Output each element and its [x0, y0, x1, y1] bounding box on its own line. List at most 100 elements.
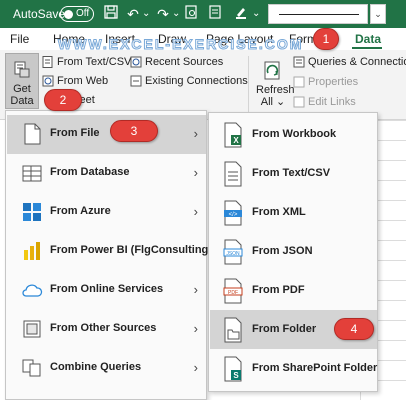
menu-item-combine-queries[interactable]: Combine Queries ›	[7, 349, 206, 388]
callout-step-2: 2	[44, 89, 82, 111]
queries-connections-label: Queries & Connections	[308, 56, 406, 68]
menu-item-from-online-services[interactable]: From Online Services ›	[7, 271, 206, 310]
menu-item-label: From Power BI (FlgConsulting)	[50, 244, 212, 256]
text-file-icon	[224, 161, 242, 187]
highlight-pen-icon[interactable]	[232, 5, 250, 23]
toggle-knob	[64, 9, 73, 19]
chevron-right-icon: ›	[193, 360, 198, 375]
submenu-item-label: From XML	[252, 206, 306, 218]
menu-item-from-azure[interactable]: From Azure ›	[7, 193, 206, 232]
svg-text:S: S	[233, 371, 239, 380]
excel-workbook-icon: X	[224, 122, 242, 148]
undo-dropdown-icon[interactable]: ⌄	[142, 8, 150, 19]
active-tab-underline	[352, 47, 382, 49]
svg-text:JSON: JSON	[226, 251, 240, 257]
database-icon	[22, 165, 42, 182]
file-icon	[24, 123, 41, 145]
submenu-item-label: From Workbook	[252, 128, 337, 140]
existing-connections-label: Existing Connections	[145, 75, 248, 87]
existing-connections-icon	[130, 75, 142, 87]
chevron-right-icon: ›	[193, 321, 198, 336]
undo-icon[interactable]: ↶	[124, 5, 142, 23]
submenu-item-label: From Text/CSV	[252, 167, 331, 179]
menu-item-label: Combine Queries	[50, 361, 142, 373]
ribbon-group-divider	[248, 56, 249, 112]
svg-text:</>: </>	[229, 212, 238, 218]
menu-item-from-other-sources[interactable]: From Other Sources ›	[7, 310, 206, 349]
title-dropdown-icon[interactable]: ⌄	[370, 4, 386, 24]
menu-item-from-file[interactable]: From File ›	[7, 115, 206, 154]
callout-step-4: 4	[334, 318, 374, 340]
menu-item-label: From Online Services	[50, 283, 164, 295]
recent-sources-icon	[130, 56, 142, 68]
submenu-item-from-workbook[interactable]: X From Workbook	[210, 115, 377, 154]
sharepoint-folder-icon: S	[224, 356, 242, 382]
edit-links-icon	[293, 96, 305, 108]
submenu-item-label: From Folder	[252, 323, 317, 335]
recent-sources-label: Recent Sources	[145, 56, 224, 68]
from-file-submenu: X From Workbook From Text/CSV </> From X…	[208, 112, 378, 392]
from-web-button[interactable]: From Web	[42, 75, 108, 87]
from-text-csv-button[interactable]: From Text/CSV	[42, 56, 131, 68]
callout-step-3: 3	[110, 120, 158, 142]
menu-item-label: From Other Sources	[50, 322, 157, 334]
submenu-item-label: From SharePoint Folder	[252, 362, 378, 374]
submenu-item-label: From PDF	[252, 284, 305, 296]
autosave-label: AutoSave	[13, 7, 66, 21]
text-file-icon	[42, 56, 53, 68]
menu-item-label: From File	[50, 127, 100, 139]
get-data-icon	[14, 61, 30, 78]
redo-dropdown-icon[interactable]: ⌄	[172, 8, 180, 19]
submenu-item-from-json[interactable]: JSON From JSON	[210, 232, 377, 271]
submenu-item-from-text-csv[interactable]: From Text/CSV	[210, 154, 377, 193]
edit-links-label: Edit Links	[308, 96, 356, 108]
from-text-csv-label: From Text/CSV	[57, 56, 132, 68]
combine-icon	[22, 359, 41, 377]
chevron-right-icon: ›	[193, 126, 198, 141]
svg-text:PDF: PDF	[228, 290, 238, 296]
document-title-box[interactable]	[268, 4, 368, 24]
get-data-button[interactable]: Get Data ⌄	[5, 53, 39, 119]
tab-file[interactable]: File	[10, 32, 29, 46]
submenu-item-from-pdf[interactable]: PDF From PDF	[210, 271, 377, 310]
get-data-label-line1: Get	[13, 83, 31, 95]
page-setup-icon[interactable]	[206, 5, 224, 23]
refresh-label-line2: All ⌄	[260, 96, 286, 108]
other-sources-icon	[23, 320, 41, 338]
menu-item-from-power-bi[interactable]: From Power BI (FlgConsulting)	[7, 232, 212, 271]
autosave-toggle[interactable]: Off	[60, 6, 94, 22]
more-commands-icon[interactable]: ⌄	[252, 8, 260, 19]
queries-connections-button[interactable]: Queries & Connections	[293, 56, 406, 68]
properties-icon	[293, 76, 305, 88]
properties-label: Properties	[308, 76, 359, 88]
folder-icon	[224, 317, 242, 343]
recent-sources-button[interactable]: Recent Sources	[130, 56, 223, 68]
cloud-icon	[22, 284, 43, 297]
existing-connections-button[interactable]: Existing Connections	[130, 75, 248, 87]
edit-links-button[interactable]: Edit Links	[293, 96, 356, 108]
menu-item-from-database[interactable]: From Database ›	[7, 154, 206, 193]
callout-step-1: 1	[313, 28, 339, 50]
submenu-item-label: From JSON	[252, 245, 313, 257]
refresh-all-button[interactable]: Refresh All ⌄	[256, 58, 295, 110]
chevron-right-icon: ›	[193, 282, 198, 297]
menu-item-label: From Database	[50, 166, 130, 178]
excel-window: AutoSave Off ↶ ⌄ ↷ ⌄ ⌄ ⌄ File Home Inser…	[0, 0, 406, 400]
save-icon[interactable]	[102, 5, 120, 23]
queries-icon	[293, 56, 305, 68]
xml-file-icon: </>	[224, 200, 242, 226]
print-preview-icon[interactable]	[182, 5, 200, 23]
submenu-item-from-sharepoint-folder[interactable]: S From SharePoint Folder	[210, 349, 377, 388]
power-bi-icon	[24, 242, 40, 260]
from-web-label: From Web	[57, 75, 109, 87]
svg-text:X: X	[233, 136, 239, 145]
refresh-label-line1: Refresh	[256, 84, 295, 96]
submenu-item-from-xml[interactable]: </> From XML	[210, 193, 377, 232]
tab-data[interactable]: Data	[355, 32, 381, 46]
chevron-right-icon: ›	[193, 204, 198, 219]
pdf-file-icon: PDF	[223, 278, 243, 304]
redo-icon[interactable]: ↷	[154, 5, 172, 23]
menu-item-label: From Azure	[50, 205, 111, 217]
refresh-icon	[264, 61, 280, 80]
properties-button[interactable]: Properties	[293, 76, 358, 88]
